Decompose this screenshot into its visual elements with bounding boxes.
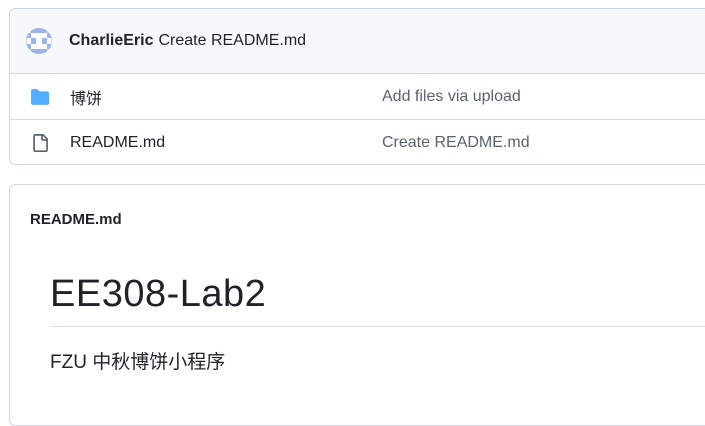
file-browser: CharlieEric Create README.md 博饼 Add file… — [9, 8, 705, 165]
readme-filename[interactable]: README.md — [10, 185, 705, 253]
file-row-folder[interactable]: 博饼 Add files via upload — [10, 74, 705, 119]
commit-author-link[interactable]: CharlieEric — [69, 32, 153, 50]
file-row-readme[interactable]: README.md Create README.md — [10, 119, 705, 164]
latest-commit-bar: CharlieEric Create README.md — [10, 9, 705, 74]
file-name-link[interactable]: 博饼 — [70, 85, 382, 109]
file-commit-message-link[interactable]: Add files via upload — [382, 88, 521, 106]
readme-content: EE308-Lab2 FZU 中秋博饼小程序 — [10, 273, 705, 374]
author-avatar[interactable] — [26, 28, 52, 54]
file-name-link[interactable]: README.md — [70, 134, 382, 152]
readme-panel: README.md EE308-Lab2 FZU 中秋博饼小程序 — [9, 184, 705, 426]
readme-description: FZU 中秋博饼小程序 — [50, 352, 226, 373]
readme-heading: EE308-Lab2 — [50, 273, 705, 327]
commit-message-link[interactable]: Create README.md — [158, 32, 306, 50]
file-icon — [30, 133, 50, 153]
folder-icon — [30, 87, 50, 107]
file-commit-message-link[interactable]: Create README.md — [382, 134, 530, 152]
